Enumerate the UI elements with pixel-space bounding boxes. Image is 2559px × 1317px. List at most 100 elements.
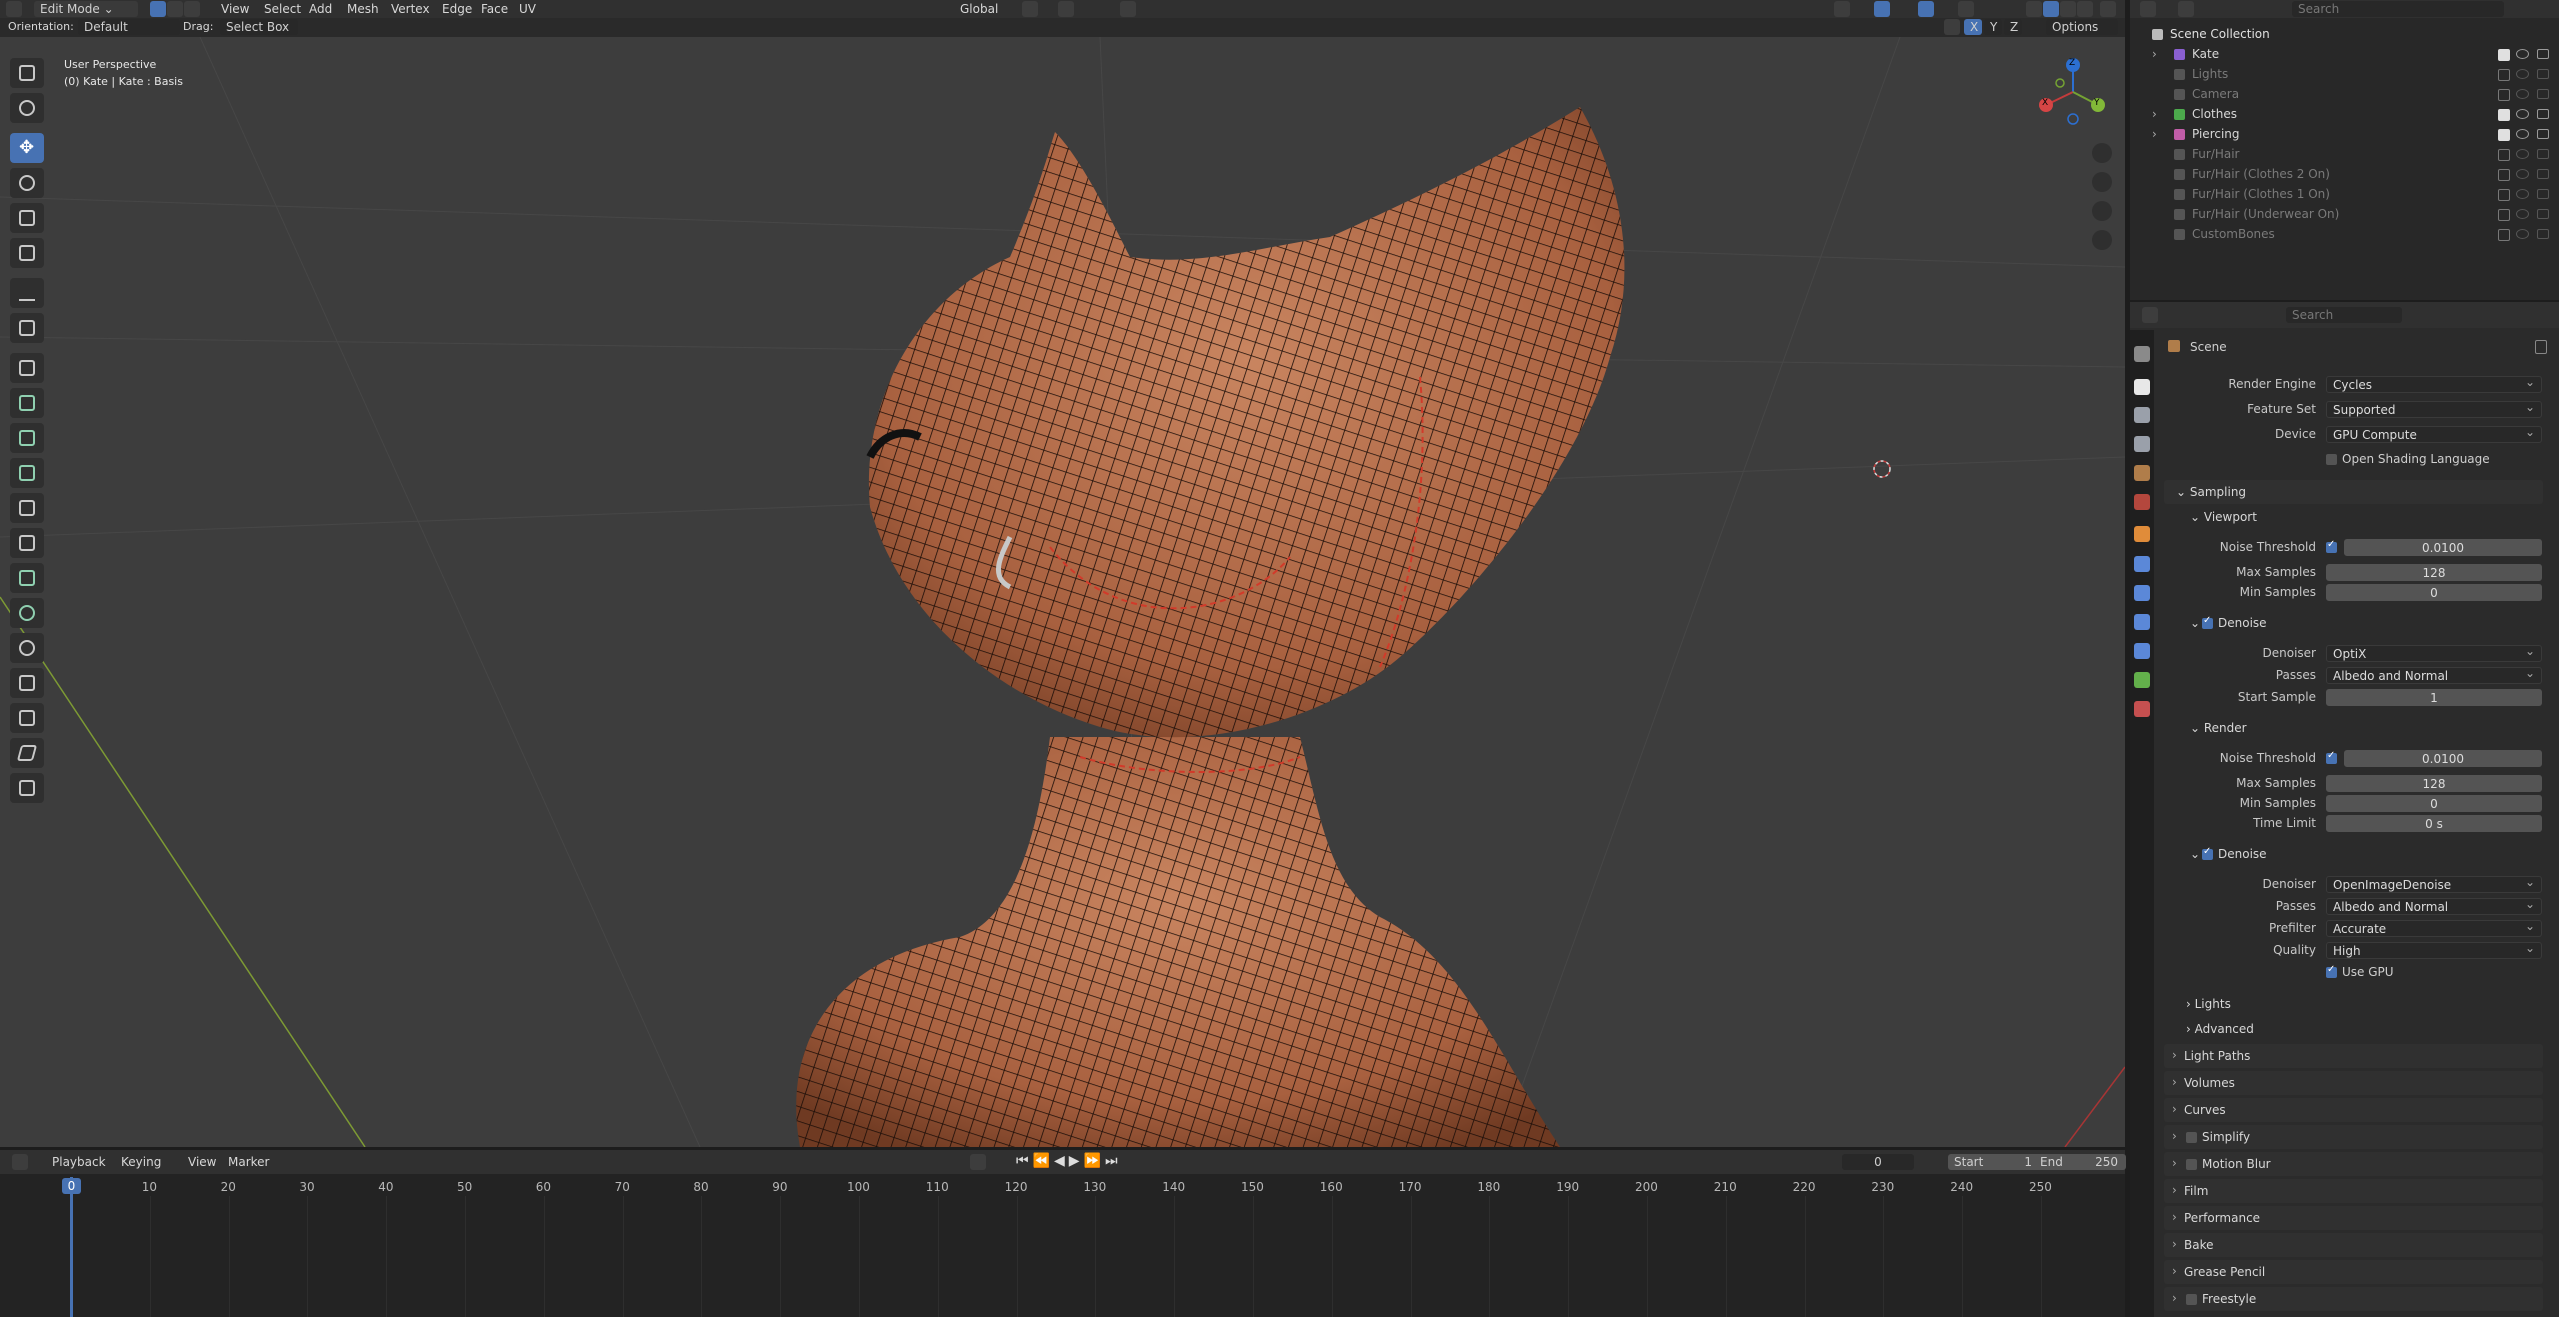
drag-dropdown[interactable]: Select Box: [220, 19, 298, 35]
panel-film[interactable]: › Film: [2164, 1179, 2543, 1203]
cursor-icon[interactable]: [10, 93, 44, 123]
outliner-search[interactable]: Search: [2292, 1, 2504, 17]
mirror-y-button[interactable]: Y: [1984, 19, 2002, 35]
shading-rendered-icon[interactable]: [2077, 1, 2093, 17]
shading-options-icon[interactable]: [2100, 1, 2116, 17]
inset-icon[interactable]: [10, 423, 44, 453]
panel-volumes[interactable]: › Volumes: [2164, 1071, 2543, 1095]
outliner-editor-icon[interactable]: [2140, 1, 2156, 17]
exclude-checkbox[interactable]: [2498, 149, 2510, 161]
face-select-icon[interactable]: [184, 1, 200, 17]
r-max-samples-field[interactable]: 128: [2326, 775, 2542, 792]
render-engine-dropdown[interactable]: Cycles: [2326, 374, 2542, 393]
shading-solid-icon[interactable]: [2043, 1, 2059, 17]
r-min-samples-field[interactable]: 0: [2326, 795, 2542, 812]
panel-light-paths[interactable]: › Light Paths: [2164, 1044, 2543, 1068]
current-frame-field[interactable]: 0: [1842, 1154, 1914, 1170]
filter-icon[interactable]: [2520, 1, 2536, 17]
timeline-editor-icon[interactable]: [12, 1154, 28, 1170]
panel-checkbox[interactable]: [2186, 1294, 2197, 1305]
eye-icon[interactable]: [2516, 149, 2529, 159]
exclude-checkbox[interactable]: [2498, 229, 2510, 241]
edge-select-icon[interactable]: [167, 1, 183, 17]
playback-controls[interactable]: ⏮⏪◀▶⏩⏭: [1016, 1153, 1122, 1169]
expand-arrow-icon[interactable]: ›: [2152, 44, 2157, 64]
editor-type-icon[interactable]: [6, 1, 22, 17]
end-frame-field[interactable]: End 250: [2034, 1154, 2126, 1170]
eye-icon[interactable]: [2516, 109, 2529, 119]
properties-search[interactable]: Search: [2286, 307, 2402, 323]
menu-keying[interactable]: Keying: [121, 1153, 161, 1171]
3d-viewport[interactable]: User Perspective (0) Kate | Kate : Basis…: [0, 37, 2125, 1147]
exclude-checkbox[interactable]: [2498, 129, 2510, 141]
camera-icon[interactable]: [2537, 189, 2549, 199]
exclude-checkbox[interactable]: [2498, 109, 2510, 121]
clock-icon[interactable]: [1922, 1154, 1938, 1170]
outliner-item[interactable]: Fur/Hair (Clothes 2 On): [2130, 164, 2559, 184]
camera-icon[interactable]: [2537, 109, 2549, 119]
vp-noise-threshold-checkbox[interactable]: [2326, 539, 2337, 553]
rip-icon[interactable]: [10, 773, 44, 803]
scene-tab-icon[interactable]: [2134, 465, 2150, 481]
outliner-item[interactable]: Lights: [2130, 64, 2559, 84]
modifiers-tab-icon[interactable]: [2134, 556, 2150, 572]
object-tab-icon[interactable]: [2134, 526, 2150, 542]
advanced-subpanel[interactable]: › Advanced: [2186, 1022, 2254, 1036]
outliner-item[interactable]: › Clothes: [2130, 104, 2559, 124]
exclude-checkbox[interactable]: [2498, 89, 2510, 101]
shading-material-icon[interactable]: [2060, 1, 2076, 17]
shrink-icon[interactable]: [10, 703, 44, 733]
panel-grease-pencil[interactable]: › Grease Pencil: [2164, 1260, 2543, 1284]
r-denoise-subpanel[interactable]: ⌄: [2190, 847, 2200, 861]
panel-curves[interactable]: › Curves: [2164, 1098, 2543, 1122]
vp-denoiser-dropdown[interactable]: OptiX: [2326, 643, 2542, 662]
move-icon[interactable]: ✥: [10, 133, 44, 163]
properties-editor-icon[interactable]: [2142, 307, 2158, 323]
menu-timeline-view[interactable]: View: [188, 1153, 216, 1171]
properties-options-icon[interactable]: [2535, 307, 2551, 323]
perspective-toggle-icon[interactable]: [2092, 230, 2112, 250]
vp-passes-dropdown[interactable]: Albedo and Normal: [2326, 665, 2542, 684]
menu-add[interactable]: Add: [309, 0, 332, 18]
exclude-checkbox[interactable]: [2498, 49, 2510, 61]
overlay-toggle-icon[interactable]: [1918, 1, 1934, 17]
panel-performance[interactable]: › Performance: [2164, 1206, 2543, 1230]
snap-icon[interactable]: [1058, 1, 1074, 17]
exclude-checkbox[interactable]: [2498, 189, 2510, 201]
tool-tab-icon[interactable]: [2134, 346, 2150, 362]
xray-icon[interactable]: [1958, 1, 1974, 17]
particles-tab-icon[interactable]: [2134, 585, 2150, 601]
render-subpanel[interactable]: ⌄ Render: [2190, 721, 2247, 735]
panel-motion-blur[interactable]: › Motion Blur: [2164, 1152, 2543, 1176]
outliner-item[interactable]: Camera: [2130, 84, 2559, 104]
playhead[interactable]: [70, 1177, 73, 1317]
vp-noise-threshold-field[interactable]: 0.0100: [2344, 539, 2542, 556]
exclude-checkbox[interactable]: [2498, 209, 2510, 221]
transform-icon[interactable]: [10, 238, 44, 268]
outliner-item[interactable]: Fur/Hair: [2130, 144, 2559, 164]
r-denoise-checkbox[interactable]: [2202, 846, 2213, 860]
shear-icon[interactable]: [10, 738, 44, 768]
osl-checkbox[interactable]: [2326, 454, 2337, 465]
vp-min-samples-field[interactable]: 0: [2326, 584, 2542, 601]
device-dropdown[interactable]: GPU Compute: [2326, 424, 2542, 443]
mirror-icon[interactable]: [1944, 19, 1960, 35]
bevel-icon[interactable]: [10, 458, 44, 488]
display-mode-icon[interactable]: [2178, 1, 2194, 17]
menu-face[interactable]: Face: [481, 0, 508, 18]
scale-icon[interactable]: [10, 203, 44, 233]
prefilter-dropdown[interactable]: Accurate: [2326, 918, 2542, 937]
eye-icon[interactable]: [2516, 89, 2529, 99]
menu-select[interactable]: Select: [264, 0, 301, 18]
panel-checkbox[interactable]: [2186, 1159, 2197, 1170]
spin-icon[interactable]: [10, 598, 44, 628]
constraints-tab-icon[interactable]: [2134, 643, 2150, 659]
vp-denoise-subpanel[interactable]: ⌄: [2190, 616, 2200, 630]
mirror-z-button[interactable]: Z: [2004, 19, 2022, 35]
menu-vertex[interactable]: Vertex: [391, 0, 430, 18]
eye-icon[interactable]: [2516, 129, 2529, 139]
r-denoiser-dropdown[interactable]: OpenImageDenoise: [2326, 874, 2542, 893]
pivot-icon[interactable]: [1022, 1, 1038, 17]
view-layer-tab-icon[interactable]: [2134, 436, 2150, 452]
quality-dropdown[interactable]: High: [2326, 940, 2542, 959]
